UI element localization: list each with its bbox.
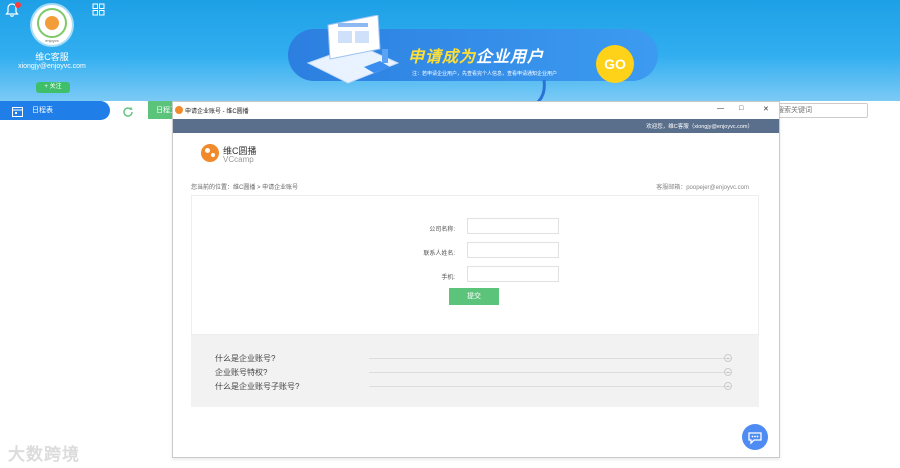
breadcrumb: 您当前的位置：维C圆播 > 申请企业账号 — [191, 185, 299, 191]
laptop-illustration-icon — [298, 14, 408, 97]
promo-subtitle: 注：若申请企业用户，先查看完个人信息，查看申请通知企业用户 — [412, 71, 558, 77]
submit-button[interactable]: 提交 — [449, 288, 499, 305]
window-titlebar — [173, 102, 779, 118]
search-input[interactable]: 搜索关键词 — [772, 103, 868, 118]
form-panel — [191, 195, 759, 335]
close-button[interactable]: ✕ — [763, 105, 769, 113]
window-title: 申请企业账号 - 维C圆播 — [185, 109, 249, 115]
avatar[interactable]: enjoyvc — [32, 5, 72, 45]
logo-en: VCcamp — [223, 155, 254, 164]
welcome-text: 欢迎您，维C客服（xiongjy@enjoyvc.com） — [646, 124, 753, 130]
maximize-button[interactable]: □ — [739, 105, 743, 112]
favicon-icon — [175, 106, 183, 114]
notification-badge — [15, 2, 21, 8]
faq-divider — [369, 386, 731, 387]
contact-input[interactable] — [467, 242, 559, 258]
refresh-icon[interactable] — [122, 105, 134, 117]
promo-title-part2: 企业用户 — [476, 49, 545, 66]
vccamp-logo-icon[interactable] — [201, 144, 219, 162]
chat-button[interactable] — [742, 424, 768, 450]
promo-go-button[interactable]: GO — [596, 45, 634, 83]
promo-title: 申请成为企业用户 — [408, 43, 544, 67]
logo-ring-icon — [37, 7, 67, 38]
site-header: 欢迎您，维C客服（xiongjy@enjoyvc.com） — [173, 119, 779, 133]
faq-section — [191, 335, 759, 407]
company-input[interactable] — [467, 218, 559, 234]
follow-button[interactable]: + 关注 — [36, 82, 70, 93]
faq-item-what-is[interactable]: 什么是企业账号? — [215, 353, 275, 364]
phone-input[interactable] — [467, 266, 559, 282]
company-label: 公司名称: — [429, 227, 455, 233]
support-email: 客服邮箱：poopejer@enjoyvc.com — [656, 185, 749, 191]
user-name: 维C客服 — [35, 52, 69, 62]
promo-title-part1: 申请成为 — [408, 49, 477, 66]
chevron-down-icon[interactable]: ⌄ — [724, 382, 732, 390]
user-email: xiongjy@enjoyvc.com — [18, 63, 86, 70]
minimize-button[interactable]: — — [717, 105, 724, 112]
watermark: 大数跨境 — [8, 445, 80, 464]
phone-label: 手机: — [441, 275, 455, 281]
browser-window: 申请企业账号 - 维C圆播 — □ ✕ 欢迎您，维C客服（xiongjy@enj… — [172, 101, 780, 458]
faq-item-sub-account[interactable]: 什么是企业账号子账号? — [215, 381, 299, 392]
nav-schedule-label: 日程表 — [32, 107, 53, 114]
chevron-down-icon[interactable]: ⌄ — [724, 354, 732, 362]
avatar-text: enjoyvc — [45, 37, 59, 43]
faq-divider — [369, 358, 731, 359]
chevron-down-icon[interactable]: ⌄ — [724, 368, 732, 376]
qr-grid-icon[interactable] — [92, 3, 105, 16]
promo-banner[interactable]: 申请成为企业用户 注：若申请企业用户，先查看完个人信息，查看申请通知企业用户 G… — [288, 14, 660, 99]
faq-divider — [369, 372, 731, 373]
faq-item-privileges[interactable]: 企业账号特权? — [215, 367, 267, 378]
contact-label: 联系人姓名: — [423, 251, 455, 257]
calendar-icon — [12, 104, 23, 117]
